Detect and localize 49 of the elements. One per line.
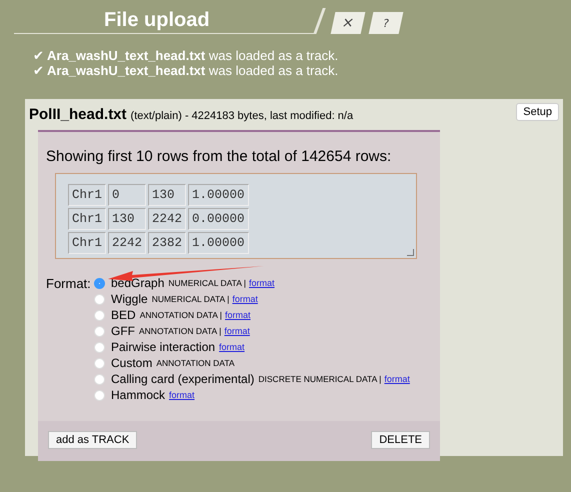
setup-button[interactable]: Setup xyxy=(516,103,559,121)
table-cell: 0.00000 xyxy=(188,208,249,230)
status-message: Ara_washU_text_head.txt was loaded as a track. xyxy=(47,63,338,78)
format-name: Custom xyxy=(111,356,152,370)
close-button[interactable]: × xyxy=(330,12,366,34)
format-link[interactable]: format xyxy=(169,390,195,400)
add-track-button[interactable]: add as TRACK xyxy=(48,431,138,449)
format-type: NUMERICAL DATA | xyxy=(168,278,246,288)
dialog-title: File upload xyxy=(14,7,314,34)
format-name: bedGraph xyxy=(111,276,164,290)
check-icon: ✔ xyxy=(33,48,44,63)
format-name: Hammock xyxy=(111,388,166,402)
radio-button[interactable] xyxy=(94,278,105,288)
format-label: Format: xyxy=(46,275,92,293)
format-link[interactable]: format xyxy=(224,326,250,336)
format-type: NUMERICAL DATA | xyxy=(152,294,230,304)
table-cell: 2382 xyxy=(148,232,186,254)
format-link[interactable]: format xyxy=(232,294,258,304)
table-cell: 2242 xyxy=(148,208,186,230)
format-type: ANNOTATION DATA | xyxy=(140,310,222,320)
format-link[interactable]: format xyxy=(249,278,275,288)
format-name: Pairwise interaction xyxy=(111,340,216,354)
format-name: Wiggle xyxy=(111,292,148,306)
delete-button[interactable]: DELETE xyxy=(371,431,430,449)
check-icon: ✔ xyxy=(33,63,44,78)
table-cell: 1.00000 xyxy=(188,184,249,206)
status-message: Ara_washU_text_head.txt was loaded as a track. xyxy=(47,48,338,63)
format-link[interactable]: format xyxy=(225,310,251,320)
table-cell: 130 xyxy=(108,208,146,230)
table-cell: 0 xyxy=(108,184,146,206)
file-info: (text/plain) - 4224183 bytes, last modified: n/a xyxy=(130,110,354,122)
format-name: BED xyxy=(111,308,136,322)
format-type: DISCRETE NUMERICAL DATA | xyxy=(258,374,382,384)
preview-caption: Showing first 10 rows from the total of 142654 rows: xyxy=(46,148,392,165)
format-name: Calling card (experimental) xyxy=(111,372,254,386)
table-cell: Chr1 xyxy=(68,208,106,230)
table-cell: Chr1 xyxy=(68,184,106,206)
help-button[interactable]: ? xyxy=(368,12,404,34)
resize-grip-icon xyxy=(407,249,414,256)
file-name: PolII_head.txt xyxy=(29,106,127,123)
format-name: GFF xyxy=(111,324,135,338)
table-cell: 130 xyxy=(148,184,186,206)
format-type: ANNOTATION DATA | xyxy=(139,326,222,336)
format-link[interactable]: format xyxy=(219,342,245,352)
table-cell: 1.00000 xyxy=(188,232,249,254)
format-type: ANNOTATION DATA xyxy=(156,358,235,368)
table-cell: Chr1 xyxy=(68,232,106,254)
format-link[interactable]: format xyxy=(384,374,410,384)
table-cell: 2242 xyxy=(108,232,146,254)
